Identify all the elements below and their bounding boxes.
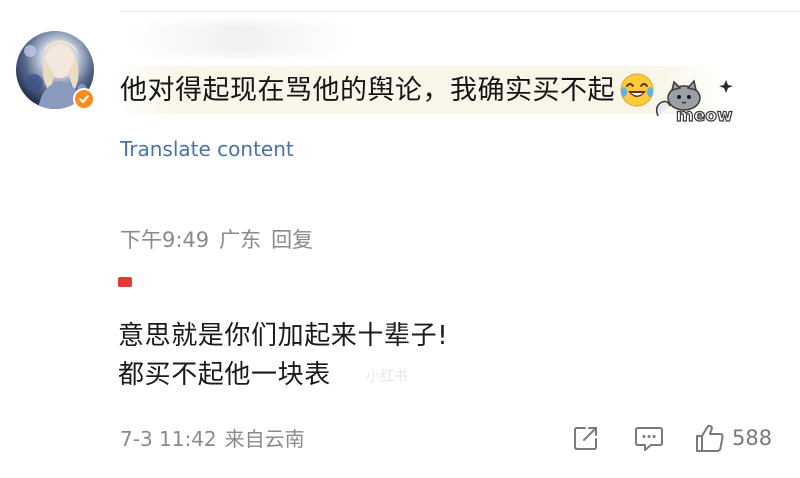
meow-sticker-text: meow [676, 106, 733, 126]
comment-icon[interactable] [633, 422, 665, 454]
post-metadata: 7-3 11:42 来自云南 [120, 424, 313, 454]
reply-button[interactable]: 回复 [271, 228, 313, 252]
like-button[interactable]: 588 [694, 420, 772, 456]
reply-metadata: 下午9:49 广东 回复 [120, 225, 323, 255]
share-icon[interactable] [570, 422, 602, 454]
quoted-reply-line-1: 意思就是你们加起来十辈子! [118, 321, 449, 351]
red-username-fragment [118, 277, 132, 287]
verified-badge-icon [73, 88, 95, 110]
meow-cat-sticker: meow [652, 76, 742, 128]
thumbs-up-icon [696, 424, 724, 452]
reply-location: 广东 [219, 228, 262, 252]
like-count: 588 [732, 426, 773, 450]
faded-previous-content [130, 22, 350, 56]
reply-time: 下午9:49 [120, 228, 210, 252]
comment-text: 他对得起现在骂他的舆论，我确实买不起 [120, 75, 615, 106]
top-divider [120, 11, 800, 12]
post-source: 来自云南 [224, 427, 305, 451]
watermark: 小红书 [366, 369, 408, 385]
quoted-reply-line-2: 都买不起他一块表 [118, 360, 331, 390]
post-date: 7-3 11:42 [120, 427, 217, 451]
laughing-face-icon [619, 72, 655, 108]
translate-content-link[interactable]: Translate content [120, 135, 294, 163]
